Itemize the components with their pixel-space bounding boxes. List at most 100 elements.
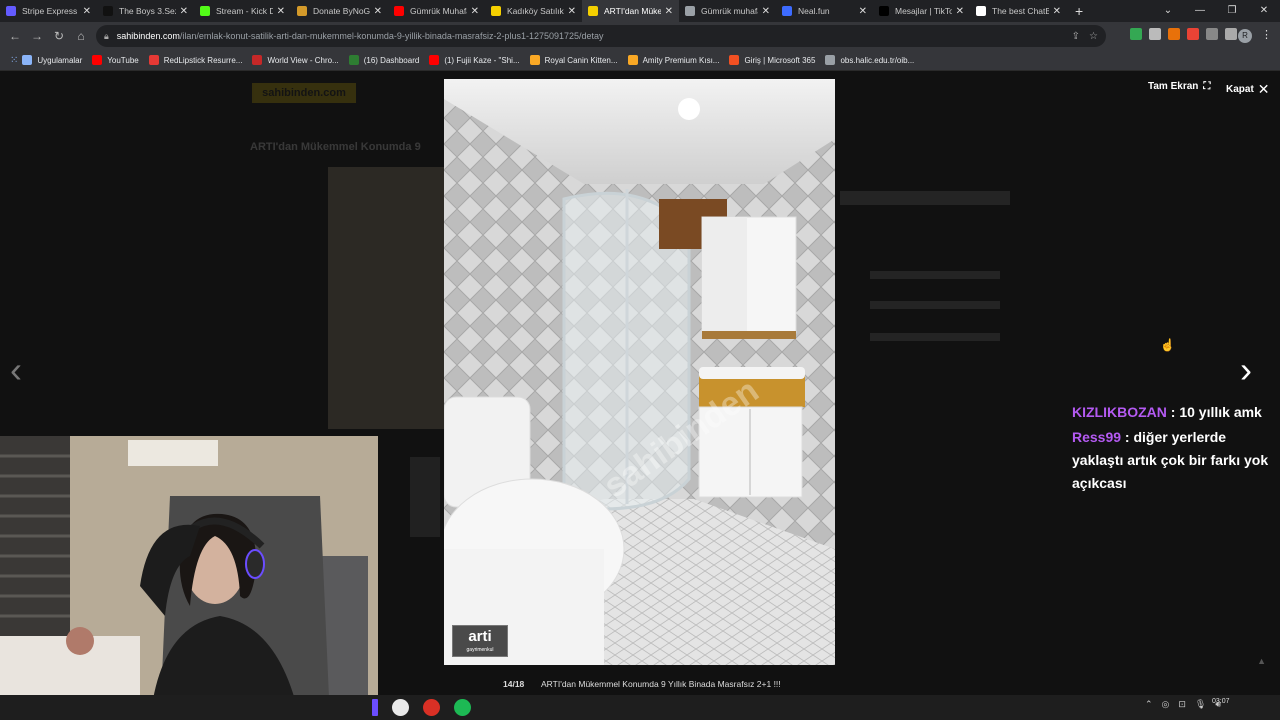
url-host: sahibinden.com: [116, 31, 180, 41]
tab-close-icon[interactable]: ✕: [180, 6, 188, 17]
browser-tab[interactable]: Mesajlar | TikTok ✕: [873, 0, 970, 22]
home-icon[interactable]: ⌂: [70, 29, 92, 43]
chat-message: KIZLIKBOZAN : 10 yıllık amk: [1072, 401, 1280, 424]
bookmark-favicon-icon: [252, 55, 263, 65]
bookmark-item[interactable]: Royal Canin Kitten...: [529, 55, 618, 65]
system-tray: ⌃ ◎ ⊡ 🎙︎ 🔊︎: [1145, 699, 1270, 710]
tab-close-icon[interactable]: ✕: [859, 6, 867, 17]
chat-message: Ress99 : diğer yerlerde yaklaştı artık ç…: [1072, 426, 1280, 495]
browser-tab[interactable]: The best ChatBo ✕: [970, 0, 1067, 22]
sidepanel-icon[interactable]: [1225, 28, 1237, 40]
bookmark-item[interactable]: World View - Chro...: [252, 55, 339, 65]
fullscreen-button[interactable]: Tam Ekran ⛶: [1148, 81, 1210, 92]
tab-close-icon[interactable]: ✕: [277, 6, 285, 17]
browser-tab[interactable]: ARTI'dan Mükem ✕: [582, 0, 679, 22]
bookmark-item[interactable]: obs.halic.edu.tr/oib...: [825, 55, 914, 65]
tab-title: The Boys 3.Sezo: [119, 6, 176, 16]
window-close-icon[interactable]: ✕: [1248, 0, 1280, 22]
openai-icon: [976, 6, 986, 16]
spotify-icon[interactable]: [454, 699, 471, 716]
tab-close-icon[interactable]: ✕: [956, 6, 964, 17]
bookmark-label: World View - Chro...: [267, 55, 339, 65]
reload-icon[interactable]: ↻: [48, 29, 70, 43]
url-path: /ilan/emlak-konut-satilik-arti-dan-mukem…: [179, 31, 604, 41]
tab-close-icon[interactable]: ✕: [83, 6, 91, 17]
browser-tab[interactable]: Neal.fun ✕: [776, 0, 873, 22]
share-icon[interactable]: ⇪: [1072, 31, 1080, 42]
bookmark-star-icon[interactable]: ☆: [1089, 31, 1098, 42]
scroll-top-icon[interactable]: ▲: [1257, 656, 1266, 666]
new-tab-button[interactable]: +: [1075, 3, 1083, 19]
tab-title: Neal.fun: [798, 6, 830, 16]
bookmark-favicon-icon: [825, 55, 836, 65]
mic-icon[interactable]: 🎙︎: [1195, 699, 1206, 710]
taskbar-clock[interactable]: 03:07: [1212, 697, 1230, 706]
bookmark-item[interactable]: Giriş | Microsoft 365: [729, 55, 815, 65]
site-logo: sahibinden.com: [252, 83, 356, 103]
next-photo-icon[interactable]: ›: [1240, 349, 1252, 391]
taskbar: ⌃ ◎ ⊡ 🎙︎ 🔊︎ 03:07: [0, 695, 1280, 720]
bookmark-label: obs.halic.edu.tr/oib...: [840, 55, 915, 65]
extension-fox-icon[interactable]: [1168, 28, 1180, 40]
restore-icon[interactable]: ❐: [1216, 0, 1248, 22]
browser-tab[interactable]: Gümrük Muhafa ✕: [388, 0, 485, 22]
extension-red-icon[interactable]: [1187, 28, 1199, 40]
tab-close-icon[interactable]: ✕: [762, 6, 770, 17]
bookmark-label: Uygulamalar: [37, 55, 83, 65]
browser-tab[interactable]: The Boys 3.Sezo ✕: [97, 0, 194, 22]
profile-avatar[interactable]: R: [1238, 29, 1252, 43]
obs-icon[interactable]: [392, 699, 409, 716]
agency-badge-text: arti: [468, 628, 492, 645]
browser-tab[interactable]: Stripe Express ✕: [0, 0, 97, 22]
donate-icon: [297, 6, 307, 16]
bookmark-favicon-icon: [22, 55, 33, 65]
tab-close-icon[interactable]: ✕: [374, 6, 382, 17]
phone-line: [870, 271, 1000, 279]
app-icon[interactable]: [372, 699, 378, 716]
chat-text: : 10 yıllık amk: [1166, 404, 1262, 420]
network-icon[interactable]: ⊡: [1178, 699, 1186, 710]
mouse-cursor-icon: ☝: [1160, 338, 1175, 352]
tab-close-icon[interactable]: ✕: [665, 6, 673, 17]
kebab-menu-icon[interactable]: ⋮: [1261, 28, 1272, 41]
tab-title: Stripe Express: [22, 6, 78, 16]
browser-tab[interactable]: Donate ByNoGa ✕: [291, 0, 388, 22]
chrome-icon[interactable]: [423, 699, 440, 716]
forward-icon[interactable]: →: [26, 29, 48, 43]
lock-icon[interactable]: 🔒︎: [104, 31, 109, 42]
previous-photo-icon[interactable]: ‹: [10, 349, 22, 391]
sahibinden-icon: [491, 6, 501, 16]
bookmark-label: Royal Canin Kitten...: [544, 55, 618, 65]
bookmark-item[interactable]: Amity Premium Kısı...: [627, 55, 719, 65]
tab-close-icon[interactable]: ✕: [1053, 6, 1061, 17]
kick-icon: [200, 6, 210, 16]
browser-tab[interactable]: Stream - Kick Da ✕: [194, 0, 291, 22]
tab-title: Stream - Kick Da: [216, 6, 273, 16]
extension-icon[interactable]: [1149, 28, 1161, 40]
puzzle-icon[interactable]: [1206, 28, 1218, 40]
tab-close-icon[interactable]: ✕: [568, 6, 576, 17]
address-bar[interactable]: 🔒︎ sahibinden.com/ilan/emlak-konut-satil…: [96, 25, 1106, 47]
bookmark-favicon-icon: [529, 55, 540, 65]
tab-search-icon[interactable]: ⌄: [1152, 0, 1184, 22]
extension-shield-icon[interactable]: [1130, 28, 1142, 40]
tiktok-icon: [879, 6, 889, 16]
tab-title: Gümrük muhafa: [701, 6, 758, 16]
tray-app-icon[interactable]: ◎: [1161, 699, 1169, 710]
bookmark-item[interactable]: RedLipstick Resurre...: [148, 55, 242, 65]
bookmark-item[interactable]: (1) Fujii Kaze - "Shi...: [429, 55, 520, 65]
browser-tab[interactable]: Kadıköy Satılık ✕: [485, 0, 582, 22]
bookmark-item[interactable]: (16) Dashboard: [348, 55, 419, 65]
bookmark-item[interactable]: Uygulamalar: [22, 55, 82, 65]
neal-icon: [782, 6, 792, 16]
minimize-icon[interactable]: —: [1184, 0, 1216, 22]
youtube-icon: [394, 6, 404, 16]
toolbar: ← → ↻ ⌂ 🔒︎ sahibinden.com/ilan/emlak-kon…: [0, 22, 1280, 50]
tray-chevron-icon[interactable]: ⌃: [1145, 699, 1153, 710]
bookmark-item[interactable]: YouTube: [92, 55, 139, 65]
taskbar-apps: [372, 699, 471, 716]
back-icon[interactable]: ←: [4, 29, 26, 43]
close-viewer-button[interactable]: Kapat ✕: [1226, 81, 1270, 98]
tab-close-icon[interactable]: ✕: [471, 6, 479, 17]
browser-tab[interactable]: Gümrük muhafa ✕: [679, 0, 776, 22]
